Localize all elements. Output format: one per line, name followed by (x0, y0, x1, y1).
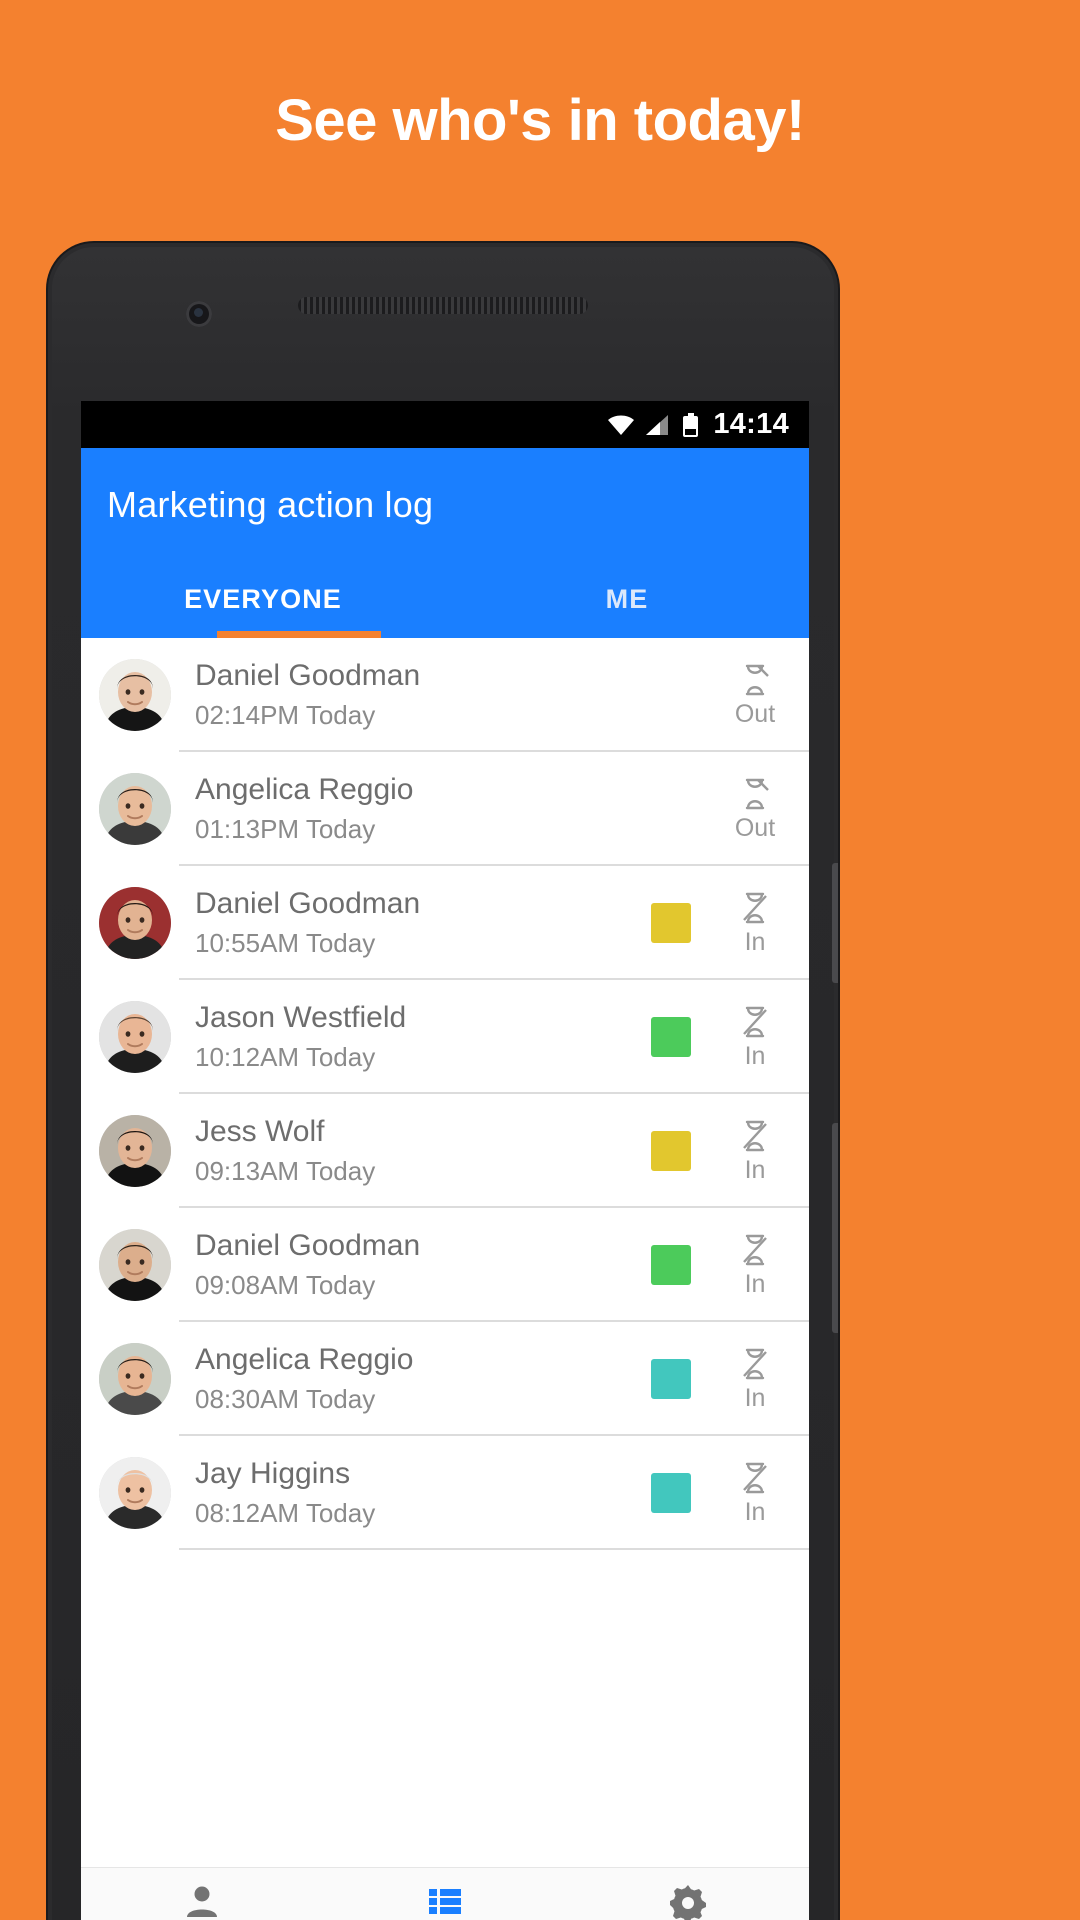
person-name: Jason Westfield (195, 1001, 407, 1035)
person-name: Angelica Reggio (195, 773, 414, 807)
battery-icon (683, 412, 699, 437)
hourglass-icon (738, 1460, 772, 1496)
status-bar-clock: 14:14 (713, 408, 789, 440)
person-name: Jay Higgins (195, 1457, 351, 1491)
hourglass-icon (738, 1232, 772, 1268)
bottom-navigation-bar[interactable]: In/OutLogSettings (81, 1867, 809, 1920)
earpiece-speaker (298, 297, 588, 314)
gear-icon (669, 1882, 707, 1920)
status-bar: 14:14 (81, 401, 809, 448)
person-icon (183, 1882, 221, 1920)
hourglass-icon (738, 776, 772, 812)
log-row-meta: Jay Higgins 08:12AM Today (171, 1457, 651, 1529)
cellular-signal-icon (646, 414, 672, 436)
log-row-meta: Angelica Reggio 08:30AM Today (171, 1343, 651, 1415)
phone-device-frame: 14:14 Marketing action log EVERYONE ME D… (48, 243, 838, 1920)
log-row[interactable]: Angelica Reggio 01:13PM Today Out (81, 752, 809, 866)
nav-item-settings[interactable]: Settings (566, 1868, 809, 1920)
list-icon (426, 1882, 464, 1920)
log-row[interactable]: Daniel Goodman 02:14PM Today Out (81, 638, 809, 752)
log-row[interactable]: Daniel Goodman 10:55AM Today In (81, 866, 809, 980)
log-row-meta: Daniel Goodman 02:14PM Today (171, 659, 651, 731)
status-label: In (744, 927, 766, 956)
action-log-list[interactable]: Daniel Goodman 02:14PM Today Out Angelica R… (81, 638, 809, 1550)
in-out-status: In (717, 890, 793, 957)
log-row-meta: Angelica Reggio 01:13PM Today (171, 773, 651, 845)
log-row[interactable]: Daniel Goodman 09:08AM Today In (81, 1208, 809, 1322)
log-row[interactable]: Angelica Reggio 08:30AM Today In (81, 1322, 809, 1436)
status-label: In (744, 1383, 766, 1412)
page-title: See who's in today! (275, 87, 805, 153)
hourglass-icon (738, 890, 772, 926)
status-label: In (744, 1269, 766, 1298)
in-out-status: Out (717, 662, 793, 729)
status-label: In (744, 1497, 766, 1526)
log-row[interactable]: Jay Higgins 08:12AM Today In (81, 1436, 809, 1550)
event-time: 09:08AM Today (195, 1269, 376, 1300)
status-label: Out (734, 699, 776, 728)
hourglass-icon (738, 1118, 772, 1154)
in-out-status: In (717, 1460, 793, 1527)
person-name: Angelica Reggio (195, 1343, 414, 1377)
volume-button (832, 1123, 838, 1333)
status-color-swatch (651, 675, 691, 715)
avatar (99, 1115, 171, 1187)
event-time: 10:12AM Today (195, 1041, 376, 1072)
log-row[interactable]: Jess Wolf 09:13AM Today In (81, 1094, 809, 1208)
person-name: Daniel Goodman (195, 1229, 421, 1263)
event-time: 08:30AM Today (195, 1383, 376, 1414)
front-camera-icon (186, 301, 212, 327)
avatar (99, 887, 171, 959)
tab-active-indicator (217, 631, 381, 638)
avatar (99, 1343, 171, 1415)
wifi-icon (607, 414, 635, 436)
status-color-swatch (651, 903, 691, 943)
in-out-status: In (717, 1118, 793, 1185)
status-label: In (744, 1155, 766, 1184)
in-out-status: In (717, 1004, 793, 1071)
avatar (99, 659, 171, 731)
avatar (99, 1457, 171, 1529)
power-button (832, 863, 838, 983)
app-bar: Marketing action log EVERYONE ME (81, 448, 809, 638)
avatar (99, 773, 171, 845)
event-time: 02:14PM Today (195, 699, 376, 730)
tab-everyone[interactable]: EVERYONE (81, 560, 445, 638)
event-time: 08:12AM Today (195, 1497, 376, 1528)
in-out-status: In (717, 1232, 793, 1299)
status-color-swatch (651, 1245, 691, 1285)
status-label: Out (734, 813, 776, 842)
app-bar-title: Marketing action log (107, 484, 434, 525)
event-time: 09:13AM Today (195, 1155, 376, 1186)
person-name: Daniel Goodman (195, 887, 421, 921)
status-label: In (744, 1041, 766, 1070)
person-name: Jess Wolf (195, 1115, 325, 1149)
log-row-meta: Jason Westfield 10:12AM Today (171, 1001, 651, 1073)
status-color-swatch (651, 1473, 691, 1513)
tab-me[interactable]: ME (445, 560, 809, 638)
phone-screen: 14:14 Marketing action log EVERYONE ME D… (81, 401, 809, 1920)
row-divider (179, 1548, 809, 1550)
status-color-swatch (651, 1131, 691, 1171)
person-name: Daniel Goodman (195, 659, 421, 693)
avatar (99, 1229, 171, 1301)
status-color-swatch (651, 789, 691, 829)
nav-item-in-out[interactable]: In/Out (81, 1868, 324, 1920)
avatar (99, 1001, 171, 1073)
log-row-meta: Jess Wolf 09:13AM Today (171, 1115, 651, 1187)
log-row[interactable]: Jason Westfield 10:12AM Today In (81, 980, 809, 1094)
status-color-swatch (651, 1017, 691, 1057)
hourglass-icon (738, 662, 772, 698)
in-out-status: Out (717, 776, 793, 843)
hourglass-icon (738, 1346, 772, 1382)
event-time: 01:13PM Today (195, 813, 376, 844)
status-color-swatch (651, 1359, 691, 1399)
log-row-meta: Daniel Goodman 09:08AM Today (171, 1229, 651, 1301)
event-time: 10:55AM Today (195, 927, 376, 958)
hourglass-icon (738, 1004, 772, 1040)
in-out-status: In (717, 1346, 793, 1413)
log-row-meta: Daniel Goodman 10:55AM Today (171, 887, 651, 959)
tab-bar: EVERYONE ME (81, 560, 809, 638)
nav-item-log[interactable]: Log (324, 1868, 567, 1920)
